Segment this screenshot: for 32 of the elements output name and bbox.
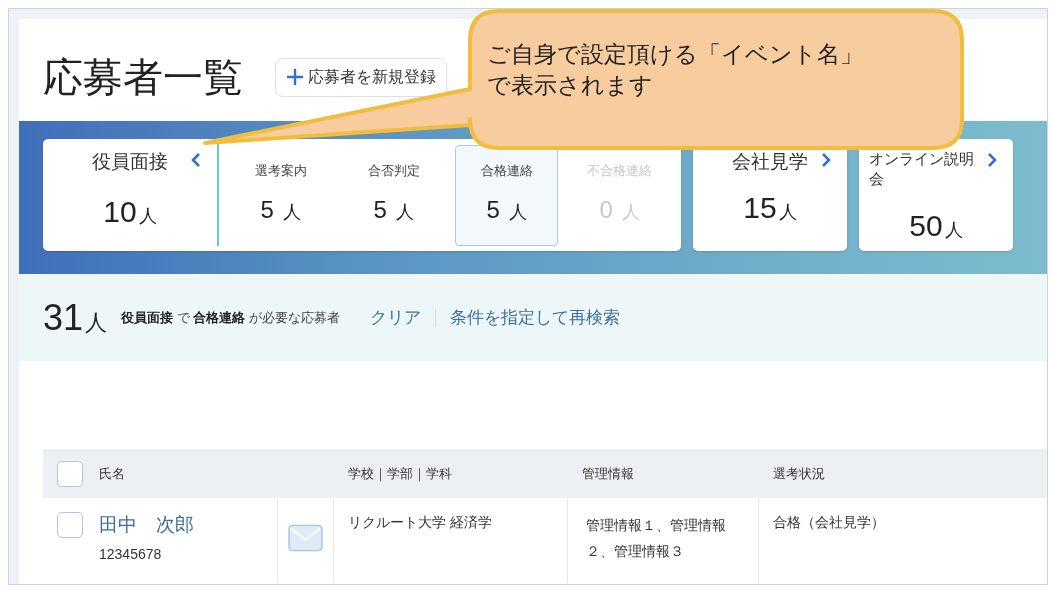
column-header: 管理情報 (582, 464, 634, 483)
event-name: オンライン説明会 (869, 149, 975, 189)
event-card[interactable]: オンライン説明会 50人 (859, 139, 1013, 251)
stage-tab[interactable]: 合格連絡 5 人 (455, 145, 558, 246)
stage-tab[interactable]: 合否判定 5 人 (342, 145, 445, 246)
applicant-id: 12345678 (99, 545, 163, 564)
chevron-right-icon[interactable] (821, 152, 831, 168)
stage-tab[interactable]: 選考案内 5 人 (229, 145, 332, 246)
count: 15人 (743, 191, 797, 225)
page-title: 応募者一覧 (43, 53, 243, 101)
result-count: 31人 (43, 296, 108, 339)
applicant-name[interactable]: 田中 次郎 (99, 514, 194, 535)
column-header: 学校｜学部｜学科 (348, 464, 452, 483)
search-link[interactable]: クリア (369, 306, 421, 329)
event-name: 役員面接 (92, 150, 169, 174)
column-header: 選考状況 (773, 464, 825, 483)
row-checkbox[interactable] (57, 512, 83, 538)
column-header: 氏名 (99, 464, 125, 483)
table-cell-text: リクルート大学 経済学 (348, 513, 492, 532)
table-cell-text: 合格（会社見学） (773, 513, 885, 532)
select-all-checkbox[interactable] (57, 460, 83, 487)
new-applicant-button[interactable]: 応募者を新規登録 (275, 57, 447, 97)
table-cell-text: 管理情報１、管理情報２、管理情報３ (586, 516, 727, 561)
tooltip-text: ご自身で設定頂ける「イベント名」 で表示されます (487, 40, 863, 100)
search-link[interactable]: 条件を指定して再検索 (449, 306, 620, 329)
event-name: 会社見学 (732, 150, 808, 174)
count: 10人 (103, 195, 157, 229)
count: 50人 (909, 209, 963, 243)
chevron-right-icon[interactable] (987, 152, 997, 168)
chevron-left-icon[interactable] (191, 152, 202, 168)
result-description: 役員面接 で 合格連絡 が必要な応募者 (121, 308, 340, 327)
plus-icon (286, 68, 304, 86)
